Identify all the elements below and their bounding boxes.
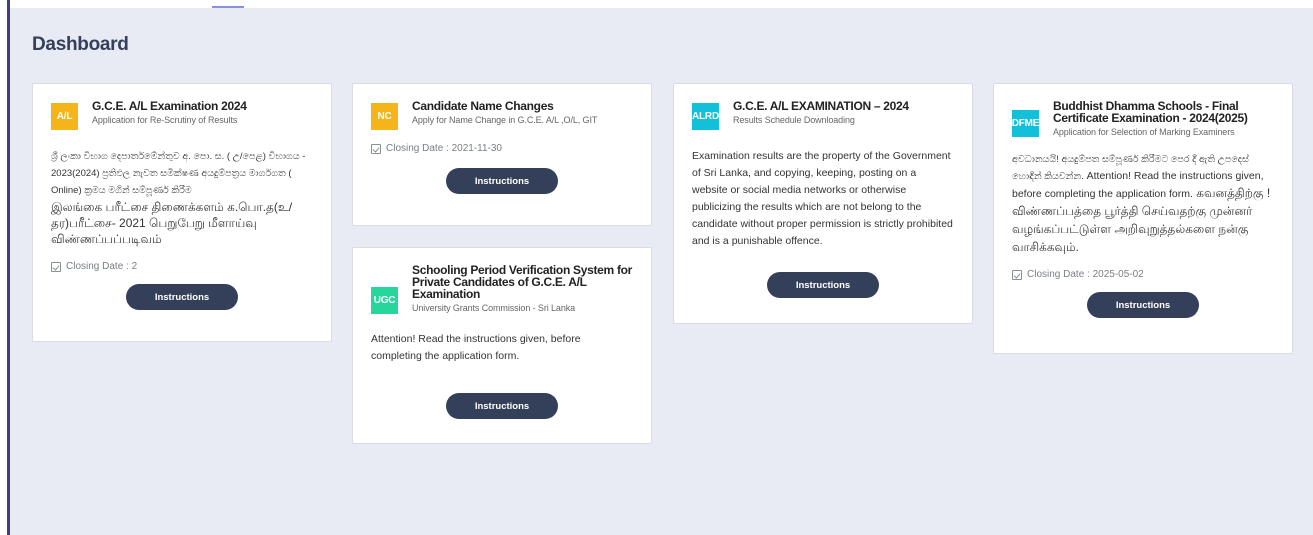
- instructions-button[interactable]: Instructions: [1087, 292, 1199, 318]
- closing-date-text: Closing Date : 2: [66, 261, 138, 272]
- badge-icon: A/L: [51, 103, 78, 130]
- card-title: Schooling Period Verification System for…: [412, 263, 633, 301]
- closing-date-text: Closing Date : 2021-11-30: [386, 143, 502, 154]
- card-title: G.C.E. A/L Examination 2024: [92, 99, 247, 113]
- card-al-rescrutiny: A/L G.C.E. A/L Examination 2024 Applicat…: [32, 83, 332, 342]
- card-title: Candidate Name Changes: [412, 99, 554, 113]
- badge-icon: UGC: [371, 287, 398, 314]
- calendar-check-icon: [1012, 269, 1022, 280]
- card-description: Attention! Read the instructions given, …: [371, 333, 581, 362]
- card-subtitle: University Grants Commission - Sri Lanka: [412, 303, 576, 313]
- card-dhamma-school-examiners: DFME Buddhist Dhamma Schools - Final Cer…: [993, 83, 1293, 354]
- closing-date: Closing Date : 2025-05-02: [1012, 269, 1274, 280]
- card-body-sinhala: ශ්‍රී ලංකා විභාග දෙපාර්තමේන්තුව අ. පො. ස…: [51, 151, 306, 196]
- card-title: Buddhist Dhamma Schools - Final Certific…: [1053, 99, 1248, 125]
- closing-date: Closing Date : 2021-11-30: [371, 143, 633, 154]
- calendar-check-icon: [371, 143, 381, 154]
- badge-icon: NC: [371, 103, 398, 130]
- instructions-button[interactable]: Instructions: [767, 272, 879, 298]
- card-body-tamil: இலங்கை பரீட்சை திணைக்களம் க.பொ.த(உ/தர)பர…: [51, 200, 293, 246]
- card-subtitle: Application for Selection of Marking Exa…: [1053, 127, 1235, 137]
- page-title: Dashboard: [32, 34, 129, 55]
- badge-icon: ALRD: [692, 103, 719, 130]
- badge-icon: DFME: [1012, 110, 1039, 137]
- instructions-button[interactable]: Instructions: [446, 393, 558, 419]
- top-bar: [10, 0, 1313, 8]
- closing-date: Closing Date : 2: [51, 261, 313, 272]
- instructions-button[interactable]: Instructions: [126, 284, 238, 310]
- main-content: Dashboard A/L G.C.E. A/L Examination 202…: [10, 8, 1313, 535]
- calendar-check-icon: [51, 261, 61, 272]
- instructions-button[interactable]: Instructions: [446, 168, 558, 194]
- card-description: අවධානයයි! අයදුම්පත සම්පූර්ණ කිරීමට පෙර ද…: [1012, 151, 1274, 257]
- card-name-changes: NC Candidate Name Changes Apply for Name…: [352, 83, 652, 226]
- card-subtitle: Apply for Name Change in G.C.E. A/L ,O/L…: [412, 115, 598, 125]
- card-subtitle: Results Schedule Downloading: [733, 115, 855, 125]
- card-title: G.C.E. A/L EXAMINATION – 2024: [733, 99, 909, 113]
- closing-date-text: Closing Date : 2025-05-02: [1027, 269, 1144, 280]
- card-al-results-download: ALRD G.C.E. A/L EXAMINATION – 2024 Resul…: [673, 83, 973, 324]
- card-schooling-verification: UGC Schooling Period Verification System…: [352, 247, 652, 444]
- card-subtitle: Application for Re-Scrutiny of Results: [92, 115, 238, 125]
- card-description: Examination results are the property of …: [692, 150, 953, 247]
